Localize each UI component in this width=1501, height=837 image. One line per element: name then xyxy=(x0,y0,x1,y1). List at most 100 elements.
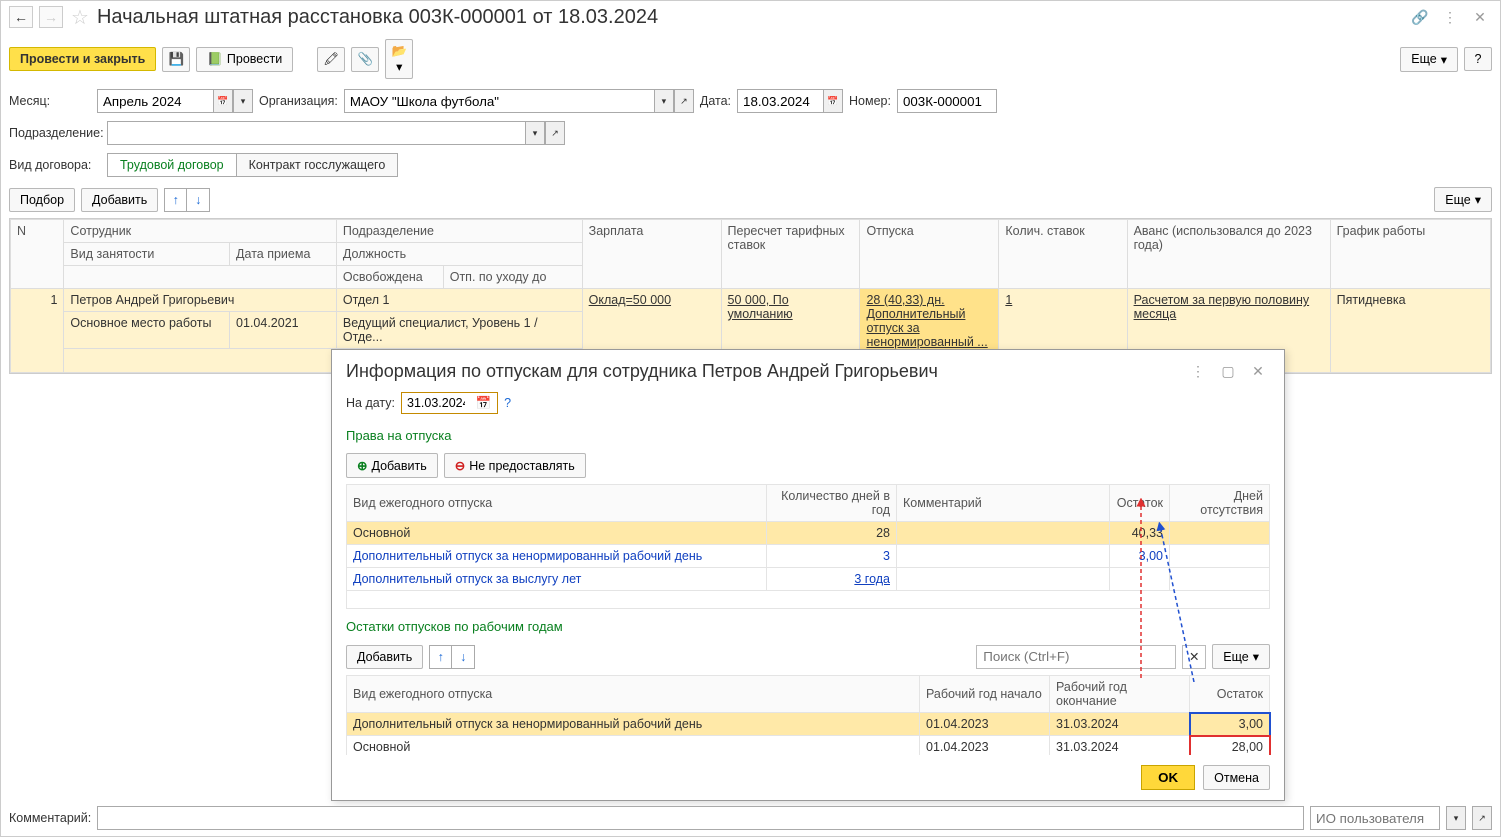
help-button[interactable]: ? xyxy=(1464,47,1492,71)
balances-add-button[interactable]: Добавить xyxy=(346,645,423,669)
open-icon[interactable]: ↗ xyxy=(545,121,565,145)
col-advance: Аванс (использовался до 2023 года) xyxy=(1127,220,1330,289)
tab-labor[interactable]: Трудовой договор xyxy=(107,153,237,177)
cell-salary[interactable]: Оклад=50 000 xyxy=(589,293,671,307)
forward-button[interactable]: → xyxy=(39,6,63,28)
org-input[interactable] xyxy=(344,89,654,113)
link-icon[interactable]: 🔗 xyxy=(1408,6,1432,28)
col-recalc: Пересчет тарифных ставок xyxy=(721,220,860,289)
org-label: Организация: xyxy=(259,94,338,108)
popup-maximize-icon[interactable]: ▢ xyxy=(1216,360,1240,382)
rcol-days: Количество дней в год xyxy=(767,485,897,522)
col-emp-type: Вид занятости xyxy=(64,243,230,266)
post-button[interactable]: 📗Провести xyxy=(196,47,293,72)
menu-icon[interactable]: ⋮ xyxy=(1438,6,1462,28)
month-field[interactable]: 📅 ▾ xyxy=(97,89,253,113)
popup-close-icon[interactable]: ✕ xyxy=(1246,360,1270,382)
pick-button[interactable]: Подбор xyxy=(9,188,75,212)
rights-row[interactable]: Дополнительный отпуск за выслугу лет 3 г… xyxy=(347,568,1270,591)
col-leave: Отп. по уходу до xyxy=(443,266,582,289)
col-hire: Дата приема xyxy=(230,243,337,266)
years-link[interactable]: 3 года xyxy=(854,572,890,586)
tab-gov[interactable]: Контракт госслужащего xyxy=(237,153,399,177)
highlight-button[interactable]: 🖍 xyxy=(317,47,345,72)
cell-vacations[interactable]: 28 (40,33) дн. Дополнительный отпуск за … xyxy=(866,293,987,349)
bcol-start: Рабочий год начало xyxy=(920,676,1050,713)
move-down-icon[interactable]: ↓ xyxy=(452,646,474,668)
folder-button[interactable]: 📂▾ xyxy=(385,39,413,79)
contract-tabs: Трудовой договор Контракт госслужащего xyxy=(107,153,398,177)
popup-menu-icon[interactable]: ⋮ xyxy=(1186,360,1210,382)
calendar-icon[interactable]: 📅 xyxy=(823,89,843,113)
favorite-icon[interactable]: ☆ xyxy=(71,5,89,30)
number-input[interactable] xyxy=(897,89,997,113)
move-down-icon[interactable]: ↓ xyxy=(187,189,209,211)
user-input[interactable] xyxy=(1310,806,1440,830)
rcol-absent: Дней отсутствия xyxy=(1170,485,1270,522)
more-button[interactable]: Еще ▾ xyxy=(1400,47,1458,72)
open-icon[interactable]: ↗ xyxy=(674,89,694,113)
dropdown-icon[interactable]: ▾ xyxy=(233,89,253,113)
rcol-balance: Остаток xyxy=(1110,485,1170,522)
table-row[interactable]: 1 Петров Андрей Григорьевич Отдел 1 Окла… xyxy=(11,289,1491,312)
comment-input[interactable] xyxy=(97,806,1304,830)
back-button[interactable]: ← xyxy=(9,6,33,28)
balances-row[interactable]: Дополнительный отпуск за ненормированный… xyxy=(347,713,1270,736)
balances-row[interactable]: Основной 01.04.2023 31.03.2024 28,00 xyxy=(347,736,1270,756)
clear-search-button[interactable]: ✕ xyxy=(1182,645,1206,669)
vacation-popup: Информация по отпускам для сотрудника Пе… xyxy=(331,349,1285,801)
dropdown-icon[interactable]: ▾ xyxy=(654,89,674,113)
search-input[interactable] xyxy=(976,645,1176,669)
main-window: ← → ☆ Начальная штатная расстановка 003К… xyxy=(0,0,1501,837)
post-and-close-button[interactable]: Провести и закрыть xyxy=(9,47,156,71)
org-field[interactable]: ▾ ↗ xyxy=(344,89,694,113)
popup-date-field[interactable]: 📅 xyxy=(401,392,498,414)
cell-advance[interactable]: Расчетом за первую половину месяца xyxy=(1134,293,1310,321)
balances-table[interactable]: Вид ежегодного отпуска Рабочий год начал… xyxy=(346,675,1270,755)
cell-recalc[interactable]: 50 000, По умолчанию xyxy=(728,293,793,321)
month-input[interactable] xyxy=(97,89,213,113)
balances-more-button[interactable]: Еще ▾ xyxy=(1212,644,1270,669)
move-up-icon[interactable]: ↑ xyxy=(165,189,187,211)
popup-date-input[interactable] xyxy=(404,395,468,411)
calendar-icon[interactable]: 📅 xyxy=(213,89,233,113)
date-input[interactable] xyxy=(737,89,823,113)
attach-button[interactable]: 📎 xyxy=(351,47,379,72)
bcol-type: Вид ежегодного отпуска xyxy=(347,676,920,713)
rights-table[interactable]: Вид ежегодного отпуска Количество дней в… xyxy=(346,484,1270,609)
dropdown-icon[interactable]: ▾ xyxy=(1446,806,1466,830)
month-label: Месяц: xyxy=(9,94,91,108)
add-button[interactable]: Добавить xyxy=(81,188,158,212)
dep-label: Подразделение: xyxy=(9,126,101,140)
rights-deny-button[interactable]: ⊖ Не предоставлять xyxy=(444,453,586,478)
cell-schedule: Пятидневка xyxy=(1330,289,1490,373)
form-row-1: Месяц: 📅 ▾ Организация: ▾ ↗ Дата: 📅 Номе… xyxy=(1,85,1500,117)
col-released: Освобождена xyxy=(336,266,443,289)
dep-input[interactable] xyxy=(107,121,525,145)
help-link-icon[interactable]: ? xyxy=(504,396,511,410)
cancel-button[interactable]: Отмена xyxy=(1203,765,1270,790)
popup-title: Информация по отпускам для сотрудника Пе… xyxy=(346,361,1180,382)
cell-rates[interactable]: 1 xyxy=(1005,293,1012,307)
col-employee: Сотрудник xyxy=(64,220,336,243)
popup-date-label: На дату: xyxy=(346,396,395,410)
col-rates: Колич. ставок xyxy=(999,220,1127,289)
cell-employee: Петров Андрей Григорьевич xyxy=(64,289,336,312)
form-row-2: Подразделение: ▾ ↗ xyxy=(1,117,1500,149)
rights-row[interactable]: Основной 28 40,33 xyxy=(347,522,1270,545)
rights-add-button[interactable]: ⊕ Добавить xyxy=(346,453,438,478)
rights-row[interactable]: Дополнительный отпуск за ненормированный… xyxy=(347,545,1270,568)
rights-header: Права на отпуска xyxy=(346,428,1270,443)
save-button[interactable]: 💾 xyxy=(162,47,190,72)
grid-more-button[interactable]: Еще ▾ xyxy=(1434,187,1492,212)
ok-button[interactable]: OK xyxy=(1141,765,1195,790)
close-icon[interactable]: ✕ xyxy=(1468,6,1492,28)
date-block: На дату: 📅 ? xyxy=(346,392,1270,414)
balances-arrows: ↑ ↓ xyxy=(429,645,475,669)
date-field[interactable]: 📅 xyxy=(737,89,843,113)
open-icon[interactable]: ↗ xyxy=(1472,806,1492,830)
calendar-icon[interactable]: 📅 xyxy=(472,394,496,412)
dep-field[interactable]: ▾ ↗ xyxy=(107,121,565,145)
move-up-icon[interactable]: ↑ xyxy=(430,646,452,668)
dropdown-icon[interactable]: ▾ xyxy=(525,121,545,145)
